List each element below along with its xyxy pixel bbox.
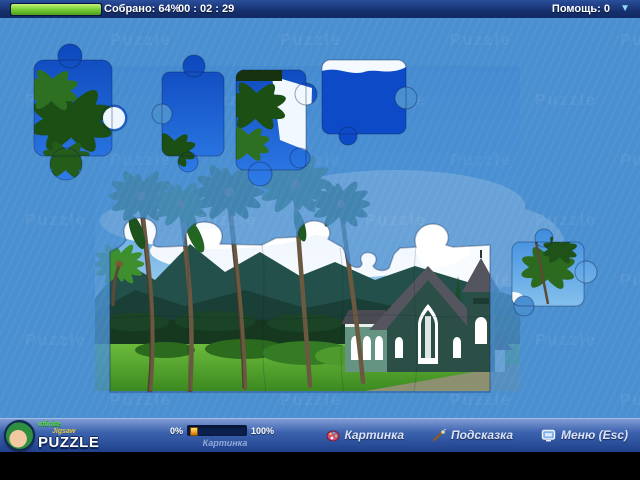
logo-avatar (4, 420, 35, 451)
puzzle-piece[interactable] (316, 54, 417, 146)
letterbox-strip (0, 452, 640, 480)
puzzle-playfield[interactable]: PuzzlePuzzlePuzzlePuzzlePuzzlePuzzlePuzz… (0, 18, 640, 418)
game-logo[interactable]: Infinite Jigsaw Puzzle (4, 420, 99, 451)
zoom-min-label: 0% (170, 426, 183, 436)
game-window: Собрано: 64% 00 : 02 : 29 Помощь: 0 ▼ Pu… (0, 0, 640, 480)
zoom-max-label: 100% (251, 426, 274, 436)
palette-icon (326, 429, 340, 442)
collected-percent-label: Собрано: 64% (104, 3, 180, 15)
logo-line-infinite: Infinite (38, 421, 99, 428)
hint-button[interactable]: Подсказка (432, 428, 513, 442)
help-count-label: Помощь: 0 (552, 3, 610, 15)
zoom-slider-handle[interactable] (190, 427, 198, 436)
zoom-slider-track[interactable] (187, 425, 247, 436)
top-status-bar: Собрано: 64% 00 : 02 : 29 Помощь: 0 ▼ (0, 0, 640, 19)
picture-zoom-group: 0% 100% Картинка (170, 425, 280, 448)
progress-bar-fill (11, 4, 101, 15)
toolbar-buttons: Картинка Подсказка Меню (Esc) (326, 428, 629, 442)
progress-bar (10, 3, 102, 16)
picture-button-label: Картинка (345, 428, 405, 442)
monitor-icon (541, 429, 556, 442)
menu-button-label: Меню (Esc) (561, 428, 628, 442)
picture-button[interactable]: Картинка (326, 428, 405, 442)
bottom-toolbar: Infinite Jigsaw Puzzle 0% 100% Картинка (0, 418, 640, 453)
logo-line-puzzle: Puzzle (38, 435, 99, 450)
wand-icon (432, 429, 446, 442)
zoom-caption: Картинка (170, 438, 280, 448)
chevron-down-icon[interactable]: ▼ (620, 3, 630, 14)
hint-button-label: Подсказка (451, 428, 513, 442)
menu-button[interactable]: Меню (Esc) (541, 428, 628, 442)
timer-label: 00 : 02 : 29 (178, 3, 234, 15)
logo-words: Infinite Jigsaw Puzzle (38, 421, 99, 450)
puzzle-canvas (0, 18, 640, 418)
